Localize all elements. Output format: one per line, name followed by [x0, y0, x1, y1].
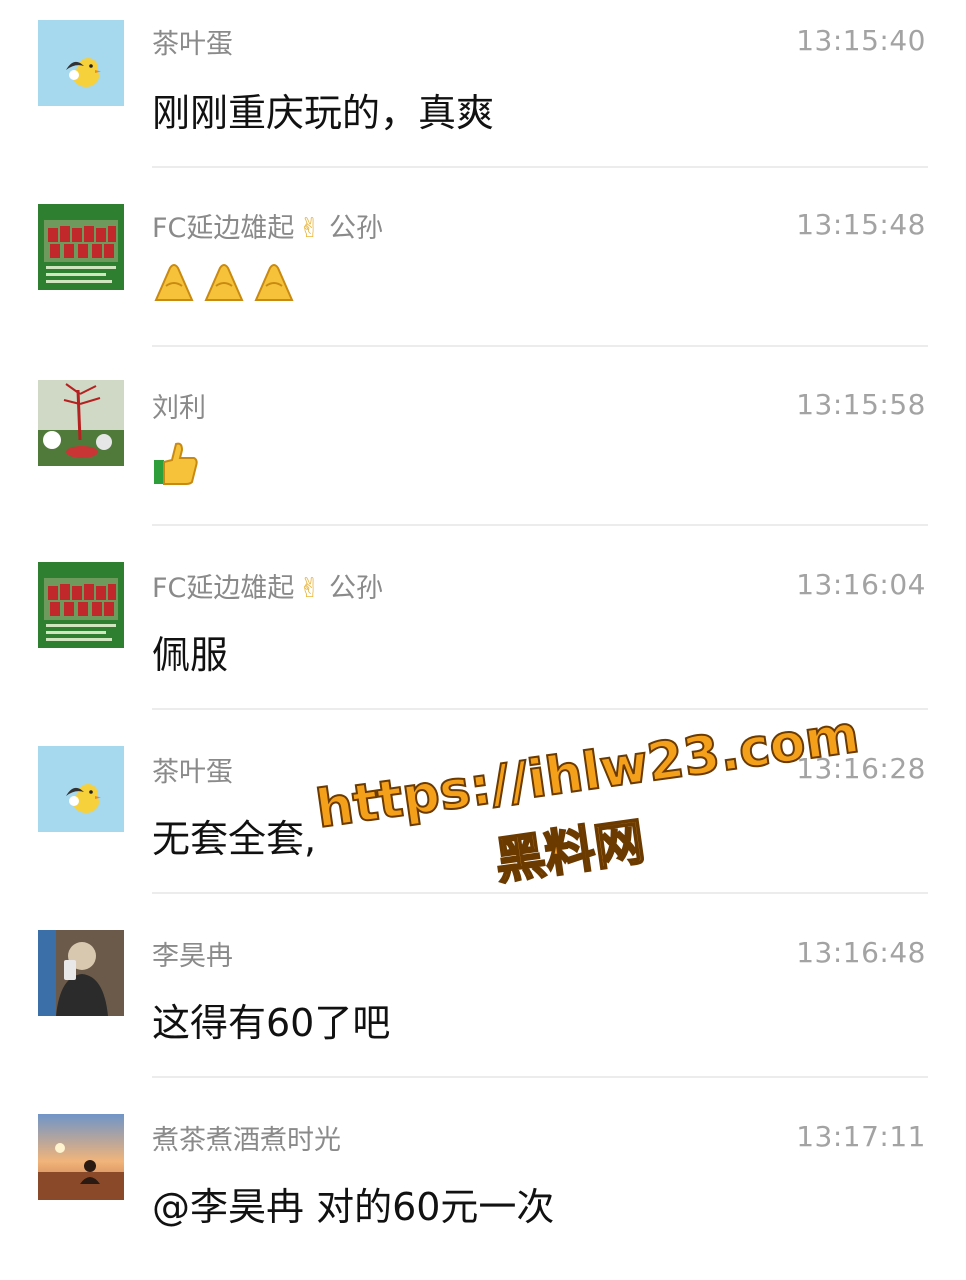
avatar[interactable] — [38, 930, 124, 1016]
watermark-url: https://ihlw23.com — [311, 704, 863, 842]
avatar[interactable] — [38, 562, 124, 648]
message-text: 刚刚重庆玩的，真爽 — [152, 91, 495, 135]
message-time: 13:16:28 — [796, 752, 926, 785]
ok-hand-icon — [204, 264, 244, 301]
sender-label: FC延边雄起 — [152, 213, 295, 244]
sender-name: 茶叶蛋 — [152, 757, 233, 788]
victory-hand-icon: ✌ — [298, 573, 322, 604]
ok-hand-icon — [154, 264, 194, 301]
victory-hand-icon: ✌ — [298, 213, 322, 244]
avatar[interactable] — [38, 204, 124, 290]
sender-name: 煮茶煮酒煮时光 — [152, 1125, 341, 1156]
message-text: 无套全套, — [152, 817, 317, 861]
sender-name: 李昊冉 — [152, 941, 233, 972]
avatar[interactable] — [38, 1114, 124, 1200]
divider — [152, 892, 928, 894]
watermark: https://ihlw23.com 黑料网 — [311, 704, 863, 920]
avatar[interactable] — [38, 20, 124, 106]
sender-name: FC延边雄起 ✌ 公孙 — [152, 566, 383, 605]
message-time: 13:17:11 — [796, 1120, 926, 1153]
divider — [152, 524, 928, 526]
sender-suffix: 公孙 — [329, 213, 384, 244]
divider — [152, 1076, 928, 1078]
avatar[interactable] — [38, 746, 124, 832]
message-text: 这得有60了吧 — [152, 1001, 391, 1045]
sender-name: 茶叶蛋 — [152, 29, 233, 60]
message-time: 13:15:58 — [796, 388, 926, 421]
sender-label: FC延边雄起 — [152, 573, 295, 604]
message-text: @李昊冉 对的60元一次 — [152, 1185, 555, 1229]
sender-name: FC延边雄起 ✌ 公孙 — [152, 206, 383, 245]
message-time: 13:16:48 — [796, 936, 926, 969]
message-time: 13:15:48 — [796, 208, 926, 241]
watermark-name: 黑料网 — [491, 811, 650, 891]
emoji-row — [152, 260, 296, 304]
sender-suffix: 公孙 — [329, 573, 384, 604]
avatar[interactable] — [38, 380, 124, 466]
message-text: 佩服 — [152, 633, 229, 677]
divider — [152, 166, 928, 168]
divider — [152, 708, 928, 710]
message-time: 13:16:04 — [796, 568, 926, 601]
message-time: 13:15:40 — [796, 24, 926, 57]
divider — [152, 345, 928, 347]
ok-hand-icon — [254, 264, 294, 301]
thumbs-up-icon — [154, 442, 198, 485]
emoji-row — [152, 440, 200, 486]
sender-name: 刘利 — [152, 393, 206, 424]
